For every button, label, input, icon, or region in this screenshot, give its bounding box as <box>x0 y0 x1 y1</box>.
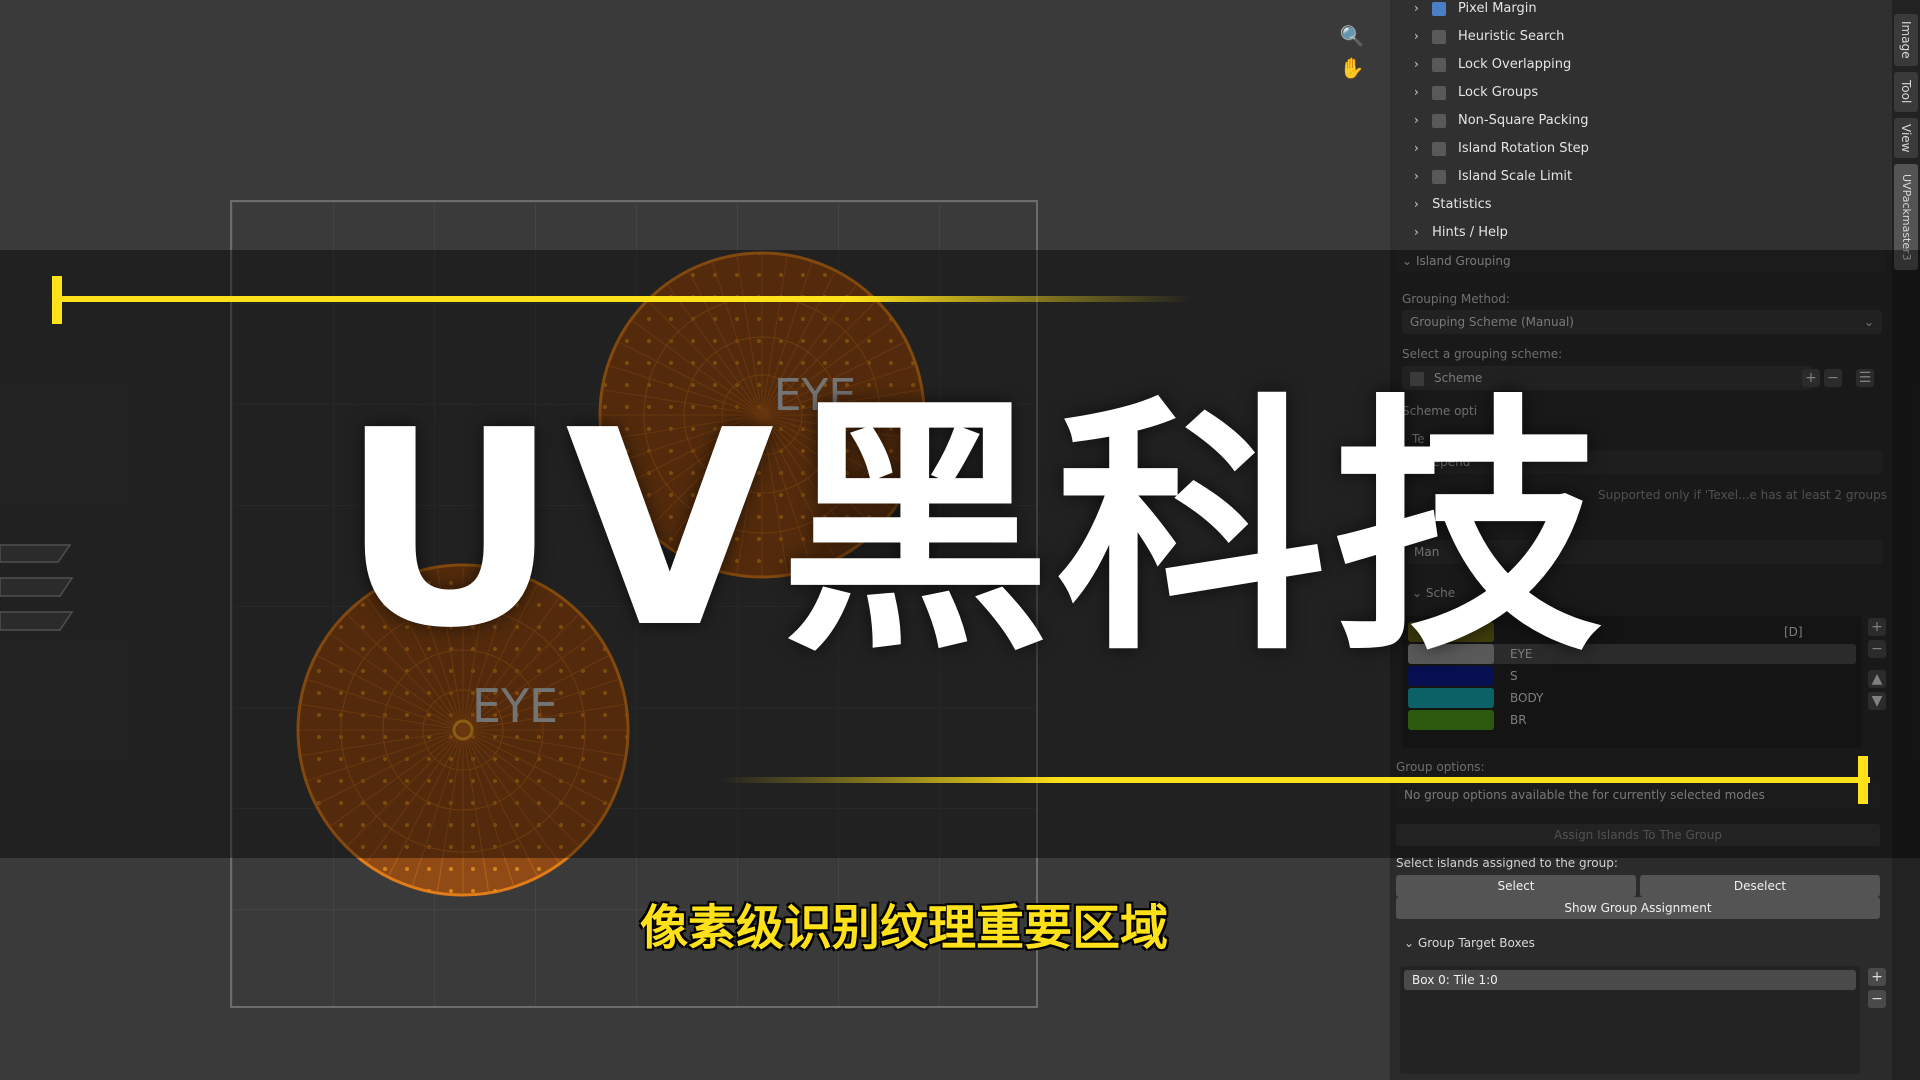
deselect-button[interactable]: Deselect <box>1640 875 1880 897</box>
zoom-icon[interactable]: 🔍 <box>1338 22 1366 50</box>
checkbox-island-rotation-step[interactable] <box>1432 141 1446 156</box>
chevron-right-icon: › <box>1414 29 1419 43</box>
chevron-down-icon: ⌄ <box>1404 936 1415 950</box>
checkbox-pixel-margin[interactable] <box>1432 1 1446 16</box>
decor-line-top-cap <box>52 276 62 324</box>
checkbox-lock-overlapping[interactable] <box>1432 57 1446 72</box>
checkbox-heuristic-search[interactable] <box>1432 29 1446 44</box>
hints-help-subpanel[interactable]: › Hints / Help <box>1414 218 1774 246</box>
option-island-rotation-step[interactable]: › Island Rotation Step <box>1414 134 1774 162</box>
chevron-right-icon: › <box>1414 85 1419 99</box>
tab-image[interactable]: Image <box>1894 14 1918 66</box>
chevron-right-icon: › <box>1414 169 1419 183</box>
chevron-right-icon: › <box>1414 197 1419 211</box>
decor-line-bottom <box>720 777 1870 783</box>
option-lock-overlapping[interactable]: › Lock Overlapping <box>1414 50 1774 78</box>
select-assigned-label: Select islands assigned to the group: <box>1396 856 1618 870</box>
option-island-scale-limit[interactable]: › Island Scale Limit <box>1414 162 1774 190</box>
chevron-right-icon: › <box>1414 113 1419 127</box>
option-heuristic-search[interactable]: › Heuristic Search <box>1414 22 1774 50</box>
decor-line-top <box>52 296 1192 302</box>
option-lock-groups[interactable]: › Lock Groups <box>1414 78 1774 106</box>
hand-pan-icon[interactable]: ✋ <box>1338 54 1366 82</box>
statistics-subpanel[interactable]: › Statistics <box>1414 190 1774 218</box>
decor-line-bottom-cap <box>1858 756 1868 804</box>
tab-view[interactable]: View <box>1894 118 1918 158</box>
tab-tool[interactable]: Tool <box>1894 72 1918 112</box>
chevron-right-icon: › <box>1414 225 1419 239</box>
target-boxes-list[interactable]: Box 0: Tile 1:0 <box>1400 966 1860 1074</box>
add-box-button[interactable]: + <box>1868 968 1886 986</box>
list-item-selected[interactable]: Box 0: Tile 1:0 <box>1404 970 1856 990</box>
video-subtitle: 像素级识别纹理重要区域 <box>640 900 1169 956</box>
checkbox-island-scale-limit[interactable] <box>1432 169 1446 184</box>
chevron-right-icon: › <box>1414 57 1419 71</box>
video-title: UV黑科技 <box>340 372 1609 687</box>
chevron-right-icon: › <box>1414 141 1419 155</box>
remove-box-button[interactable]: − <box>1868 990 1886 1008</box>
group-target-boxes-header[interactable]: ⌄ Group Target Boxes <box>1396 932 1880 954</box>
select-button[interactable]: Select <box>1396 875 1636 897</box>
option-non-square-packing[interactable]: › Non-Square Packing <box>1414 106 1774 134</box>
option-pixel-margin[interactable]: › Pixel Margin <box>1414 0 1774 22</box>
checkbox-lock-groups[interactable] <box>1432 85 1446 100</box>
show-group-assignment-button[interactable]: Show Group Assignment <box>1396 897 1880 919</box>
checkbox-non-square-packing[interactable] <box>1432 113 1446 128</box>
options-list: › Pixel Margin › Heuristic Search › Lock Ov… <box>1414 0 1774 246</box>
chevron-right-icon: › <box>1414 1 1419 15</box>
